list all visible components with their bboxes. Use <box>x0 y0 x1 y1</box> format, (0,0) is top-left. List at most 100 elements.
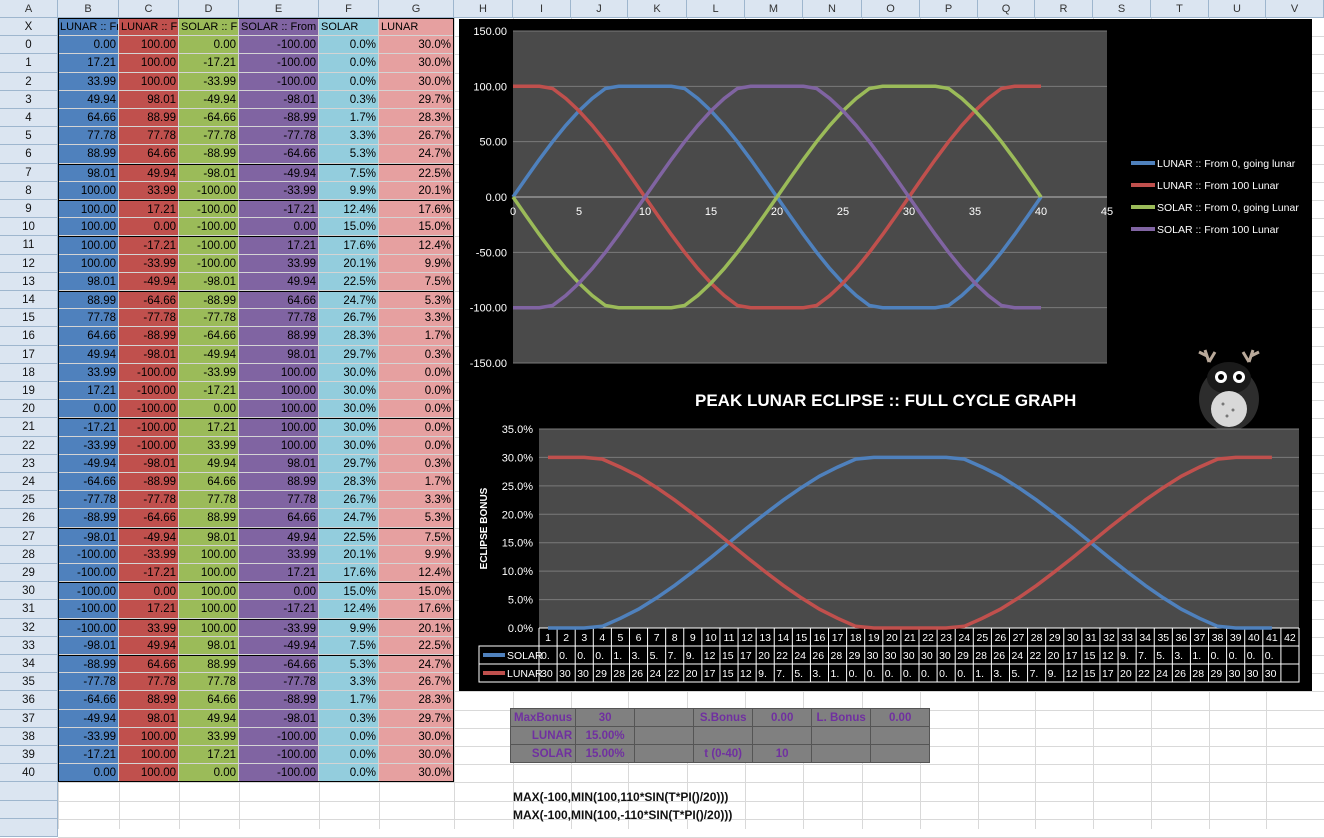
data-cell[interactable]: 33.99 <box>239 254 319 273</box>
data-cell[interactable]: -100.00 <box>58 600 119 619</box>
data-cell[interactable]: 17.6% <box>319 564 379 583</box>
row-header[interactable]: 5 <box>0 127 58 146</box>
data-cell[interactable]: -49.94 <box>58 454 119 473</box>
row-header[interactable]: 18 <box>0 363 58 382</box>
data-cell[interactable]: 15.0% <box>379 582 454 601</box>
data-cell[interactable]: -33.99 <box>179 72 239 91</box>
data-cell[interactable]: 49.94 <box>239 272 319 291</box>
data-cell[interactable]: 88.99 <box>179 655 239 674</box>
column-title-D[interactable]: SOLAR :: Fr <box>179 18 239 37</box>
data-cell[interactable]: 100.00 <box>239 382 319 401</box>
column-header-F[interactable]: F <box>319 0 379 18</box>
data-cell[interactable]: 100.00 <box>58 254 119 273</box>
data-cell[interactable]: 30.0% <box>319 400 379 419</box>
empty-cell[interactable] <box>752 726 813 745</box>
data-cell[interactable]: 0.0% <box>379 418 454 437</box>
data-cell[interactable]: 100.00 <box>239 418 319 437</box>
data-cell[interactable]: 33.99 <box>239 545 319 564</box>
data-cell[interactable]: 30.0% <box>319 363 379 382</box>
data-cell[interactable]: -17.21 <box>119 564 179 583</box>
column-header-R[interactable]: R <box>1035 0 1093 18</box>
column-title-E[interactable]: SOLAR :: From <box>239 18 319 37</box>
data-cell[interactable]: 33.99 <box>119 618 179 637</box>
row-header[interactable]: 22 <box>0 436 58 455</box>
data-cell[interactable]: 100.00 <box>119 72 179 91</box>
data-cell[interactable]: 0.3% <box>379 454 454 473</box>
empty-cell[interactable] <box>870 744 931 763</box>
row-header[interactable]: 11 <box>0 236 58 255</box>
row-header[interactable]: 33 <box>0 636 58 655</box>
row-header[interactable]: 29 <box>0 564 58 583</box>
data-cell[interactable]: 7.5% <box>379 527 454 546</box>
data-cell[interactable]: 9.9% <box>379 254 454 273</box>
data-cell[interactable]: 30.0% <box>379 72 454 91</box>
data-cell[interactable]: 0.00 <box>179 36 239 55</box>
data-cell[interactable]: 30.0% <box>379 764 454 783</box>
data-cell[interactable]: 17.21 <box>58 382 119 401</box>
data-cell[interactable]: 98.01 <box>239 345 319 364</box>
data-cell[interactable]: 24.7% <box>319 291 379 310</box>
data-cell[interactable]: 30.0% <box>379 54 454 73</box>
data-cell[interactable]: -88.99 <box>179 291 239 310</box>
data-cell[interactable]: 15.0% <box>319 218 379 237</box>
data-cell[interactable]: -77.78 <box>119 491 179 510</box>
row-header[interactable]: 2 <box>0 72 58 91</box>
data-cell[interactable]: -49.94 <box>179 345 239 364</box>
row-header[interactable]: 40 <box>0 764 58 783</box>
data-cell[interactable]: 100.00 <box>119 727 179 746</box>
data-cell[interactable]: -100.00 <box>119 436 179 455</box>
data-cell[interactable]: -17.21 <box>179 382 239 401</box>
data-cell[interactable]: 3.3% <box>319 127 379 146</box>
data-cell[interactable]: -98.01 <box>239 709 319 728</box>
data-cell[interactable]: 77.78 <box>239 309 319 328</box>
data-cell[interactable]: 29.7% <box>379 90 454 109</box>
column-header-U[interactable]: U <box>1209 0 1266 18</box>
data-cell[interactable]: -49.94 <box>179 90 239 109</box>
data-cell[interactable]: -100.00 <box>179 254 239 273</box>
formula-1[interactable]: MAX(-100,MIN(100,110*SIN(T*PI()/20))) <box>513 790 728 804</box>
row-header[interactable]: 12 <box>0 254 58 273</box>
data-cell[interactable]: 64.66 <box>119 145 179 164</box>
data-cell[interactable]: -64.66 <box>239 655 319 674</box>
data-cell[interactable]: -64.66 <box>58 473 119 492</box>
row-header[interactable]: 24 <box>0 473 58 492</box>
data-cell[interactable]: 29.7% <box>379 709 454 728</box>
data-cell[interactable]: 17.21 <box>179 418 239 437</box>
data-cell[interactable]: 20.1% <box>379 618 454 637</box>
data-cell[interactable]: -98.01 <box>239 90 319 109</box>
empty-cell[interactable] <box>634 744 695 763</box>
data-cell[interactable]: 5.3% <box>319 655 379 674</box>
row-header[interactable] <box>0 800 58 819</box>
data-cell[interactable]: 49.94 <box>58 345 119 364</box>
column-header-O[interactable]: O <box>862 0 920 18</box>
data-cell[interactable]: 100.00 <box>119 746 179 765</box>
data-cell[interactable]: 98.01 <box>119 709 179 728</box>
data-cell[interactable]: -100.00 <box>239 36 319 55</box>
row-header[interactable]: 31 <box>0 600 58 619</box>
data-cell[interactable]: 100.00 <box>58 200 119 219</box>
data-cell[interactable]: -77.78 <box>58 491 119 510</box>
data-cell[interactable]: 100.00 <box>239 436 319 455</box>
empty-cell[interactable] <box>811 744 872 763</box>
data-cell[interactable]: 12.4% <box>319 200 379 219</box>
column-title-C[interactable]: LUNAR :: Fr <box>119 18 179 37</box>
data-cell[interactable]: 98.01 <box>58 272 119 291</box>
data-cell[interactable]: -100.00 <box>179 200 239 219</box>
data-cell[interactable]: -100.00 <box>58 545 119 564</box>
row-header[interactable]: 0 <box>0 36 58 55</box>
data-cell[interactable]: 28.3% <box>379 109 454 128</box>
data-cell[interactable]: -64.66 <box>179 109 239 128</box>
data-cell[interactable]: 100.00 <box>119 54 179 73</box>
data-cell[interactable]: 100.00 <box>179 582 239 601</box>
data-cell[interactable]: 0.00 <box>239 218 319 237</box>
data-cell[interactable]: 64.66 <box>179 691 239 710</box>
data-cell[interactable]: -77.78 <box>239 127 319 146</box>
column-header-N[interactable]: N <box>803 0 862 18</box>
column-header-S[interactable]: S <box>1093 0 1151 18</box>
data-cell[interactable]: 0.3% <box>319 709 379 728</box>
data-cell[interactable]: 17.6% <box>379 600 454 619</box>
data-cell[interactable]: 20.1% <box>319 254 379 273</box>
column-title-B[interactable]: LUNAR :: Fr <box>58 18 119 37</box>
data-cell[interactable]: 22.5% <box>319 272 379 291</box>
formula-2[interactable]: MAX(-100,MIN(100,-110*SIN(T*PI()/20))) <box>513 808 732 822</box>
